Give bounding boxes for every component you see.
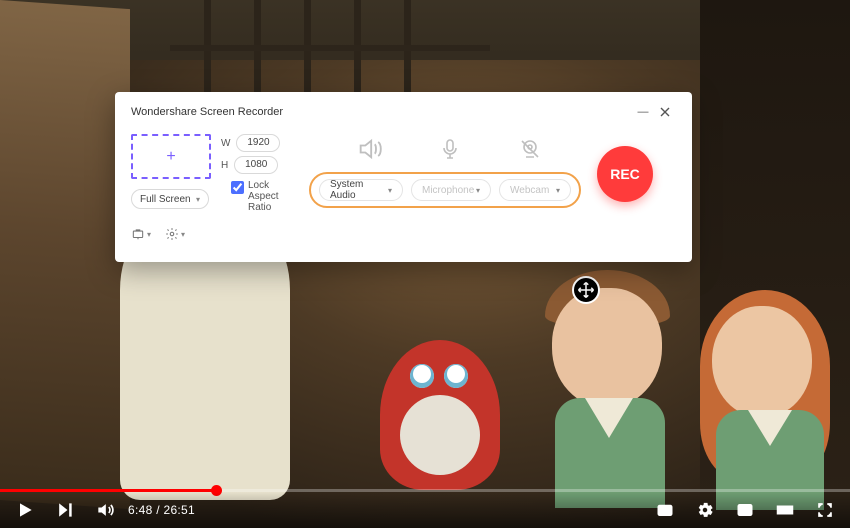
scene-bar-cross (170, 45, 490, 51)
scene-wall-left (0, 0, 130, 509)
video-time-display: 6:48 / 26:51 (128, 503, 195, 517)
fullscreen-dropdown[interactable]: Full Screen ▾ (131, 189, 209, 209)
minimize-button[interactable]: — (632, 101, 654, 123)
webcam-label: Webcam (510, 185, 549, 196)
microphone-dropdown[interactable]: Microphone ▾ (411, 179, 491, 201)
character-boy-head (552, 288, 662, 408)
source-selection-group: System Audio ▾ Microphone ▾ Webcam ▾ (309, 172, 581, 208)
fullscreen-label: Full Screen (140, 194, 191, 205)
character-robot-eye-right (444, 364, 468, 388)
microphone-icon (433, 134, 467, 164)
character-robot-belly (400, 395, 480, 475)
chevron-down-icon: ▾ (181, 230, 185, 239)
lock-aspect-label: Lock Aspect Ratio (248, 180, 291, 213)
lock-aspect-checkbox[interactable] (231, 181, 244, 194)
close-button[interactable] (654, 101, 676, 123)
output-location-button[interactable]: ▾ (131, 227, 151, 241)
width-input[interactable]: 1920 (236, 134, 280, 152)
miniplayer-button[interactable] (734, 499, 756, 521)
next-button[interactable] (54, 499, 76, 521)
volume-button[interactable] (94, 499, 116, 521)
speaker-icon (353, 134, 387, 164)
webcam-icon (513, 134, 547, 164)
width-label: W (221, 138, 230, 149)
duration: 26:51 (163, 503, 195, 517)
height-label: H (221, 160, 228, 171)
character-robot-eye-left (410, 364, 434, 388)
capture-area-button[interactable]: + (131, 134, 211, 179)
move-cursor-icon[interactable] (572, 276, 600, 304)
recorder-title: Wondershare Screen Recorder (131, 106, 632, 118)
character-girl-head (712, 306, 812, 418)
play-button[interactable] (14, 499, 36, 521)
screenshot-stage: Wondershare Screen Recorder — + Full Scr… (0, 0, 850, 528)
chevron-down-icon: ▾ (196, 195, 200, 204)
chevron-down-icon: ▾ (556, 186, 560, 195)
settings-button[interactable]: ▾ (165, 227, 185, 241)
chevron-down-icon: ▾ (476, 186, 480, 195)
fullscreen-button[interactable] (814, 499, 836, 521)
microphone-label: Microphone (422, 185, 474, 196)
system-audio-label: System Audio (330, 179, 388, 201)
record-label: REC (610, 166, 640, 182)
chevron-down-icon: ▾ (147, 230, 151, 239)
video-player-bar: 6:48 / 26:51 (0, 492, 850, 528)
recorder-window: Wondershare Screen Recorder — + Full Scr… (115, 92, 692, 262)
webcam-dropdown[interactable]: Webcam ▾ (499, 179, 571, 201)
chevron-down-icon: ▾ (388, 186, 392, 195)
captions-button[interactable] (654, 499, 676, 521)
record-button[interactable]: REC (597, 146, 653, 202)
player-settings-button[interactable] (694, 499, 716, 521)
system-audio-dropdown[interactable]: System Audio ▾ (319, 179, 403, 201)
current-time: 6:48 (128, 503, 153, 517)
theater-button[interactable] (774, 499, 796, 521)
height-input[interactable]: 1080 (234, 156, 278, 174)
